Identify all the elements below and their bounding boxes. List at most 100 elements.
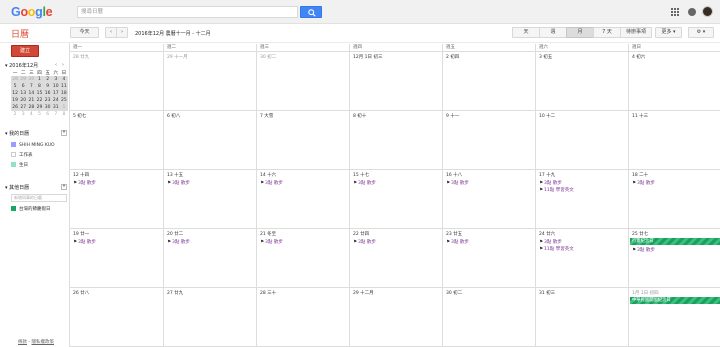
day-cell[interactable]: 15 十七 ⚑3點 散步 [349,170,442,229]
calendar-list-item[interactable]: 生日 [11,162,28,168]
avatar[interactable] [702,6,713,17]
day-cell[interactable]: 8 初十 [349,111,442,170]
day-cell[interactable]: 11 十三 [628,111,720,170]
day-cell[interactable]: 20 廿二 ⚑3點 散步 [163,229,256,288]
day-label[interactable]: 9 十一 [446,113,459,119]
day-label[interactable]: 4 初六 [632,54,645,60]
day-cell[interactable]: 29 十二月 [349,288,442,347]
calendar-list-item[interactable]: SHIH MING KUO [11,142,55,148]
search-input[interactable]: 搜尋日曆 [77,6,298,18]
day-cell[interactable]: 17 十九 ⚑3點 散步 ⚑11點 學習英文 [535,170,628,229]
day-label[interactable]: 6 初八 [167,113,180,119]
mini-day[interactable]: 16 [43,90,52,97]
day-cell[interactable]: 31 初三 [535,288,628,347]
other-calendars-header[interactable]: ▾ 其他日曆 [5,184,29,191]
mini-day[interactable]: 2 [11,111,19,118]
google-logo[interactable]: Google [11,5,53,19]
day-cell[interactable]: 5 初七 [70,111,163,170]
my-calendars-header[interactable]: ▾ 我的日曆 [5,130,29,137]
day-label[interactable]: 29 十二月 [353,290,374,296]
mini-day[interactable]: 18 [59,90,68,97]
view-agenda-button[interactable]: 待辦事項 [620,27,652,38]
day-label[interactable]: 28 廿九 [73,54,89,60]
day-label[interactable]: 24 廿六 [539,231,555,237]
day-label[interactable]: 8 初十 [353,113,366,119]
day-label[interactable]: 22 廿四 [353,231,369,237]
day-label[interactable]: 28 三十 [260,290,276,296]
day-cell[interactable]: 21 冬至 ⚑3點 散步 [256,229,349,288]
day-label[interactable]: 15 十七 [353,172,369,178]
day-label[interactable]: 10 十二 [539,113,555,119]
privacy-link[interactable]: 隱私權政策 [32,340,55,345]
day-label[interactable]: 12月 1日 初三 [353,54,382,60]
day-cell[interactable]: 12 十四 ⚑3點 散步 [70,170,163,229]
mini-day[interactable]: 9 [43,83,52,90]
day-cell[interactable]: 22 廿四 ⚑3點 散步 [349,229,442,288]
day-label[interactable]: 20 廿二 [167,231,183,237]
mini-day[interactable]: 21 [27,97,36,104]
other-calendars-menu-icon[interactable]: ▾ [61,184,67,190]
day-label[interactable]: 31 初三 [539,290,555,296]
more-button[interactable]: 更多 ▾ [655,27,682,38]
day-label[interactable]: 16 十八 [446,172,462,178]
day-label[interactable]: 19 廿一 [73,231,89,237]
all-day-event[interactable]: 行憲紀念日 [630,238,720,245]
create-event-button[interactable]: 建立 [11,45,39,57]
day-label[interactable]: 13 十五 [167,172,183,178]
mini-day[interactable]: 1 [59,104,68,111]
day-cell[interactable]: 28 廿九 [70,52,163,111]
day-label[interactable]: 17 十九 [539,172,555,178]
timed-event[interactable]: ⚑11點 學習英文 [539,246,574,252]
mini-next-button[interactable]: › [62,62,64,68]
mini-day[interactable]: 20 [19,97,28,104]
mini-day[interactable]: 7 [52,111,60,118]
mini-day[interactable]: 14 [27,90,36,97]
day-cell[interactable]: 9 十一 [442,111,535,170]
timed-event[interactable]: ⚑3點 散步 [446,180,469,186]
day-label[interactable]: 29 十一月 [167,54,188,60]
day-cell[interactable]: 4 初六 [628,52,720,111]
day-label[interactable]: 5 初七 [73,113,86,119]
day-cell[interactable]: 19 廿一 ⚑3點 散步 [70,229,163,288]
mini-day[interactable]: 12 [11,90,20,97]
day-label[interactable]: 30 初二 [260,54,276,60]
day-cell[interactable]: 28 三十 [256,288,349,347]
search-button[interactable] [300,6,322,18]
terms-link[interactable]: 條款 [18,340,27,345]
mini-day[interactable]: 10 [51,83,60,90]
mini-day[interactable]: 6 [44,111,52,118]
calendar-list-item[interactable]: 台灣的節慶假日 [11,206,51,212]
day-label[interactable]: 7 大雪 [260,113,273,119]
mini-day[interactable]: 22 [35,97,44,104]
timed-event[interactable]: ⚑3點 散步 [260,239,283,245]
mini-day[interactable]: 8 [35,83,44,90]
day-cell[interactable]: 7 大雪 [256,111,349,170]
mini-day[interactable]: 3 [19,111,27,118]
day-label[interactable]: 11 十三 [632,113,648,119]
timed-event[interactable]: ⚑3點 散步 [539,180,562,186]
timed-event[interactable]: ⚑3點 散步 [73,239,96,245]
mini-day[interactable]: 29 [35,104,44,111]
all-day-event[interactable]: 中華民國開國紀念日 [630,297,720,304]
day-cell[interactable]: 3 初五 [535,52,628,111]
day-label[interactable]: 21 冬至 [260,231,276,237]
timed-event[interactable]: ⚑3點 散步 [167,180,190,186]
day-cell[interactable]: 16 十八 ⚑3點 散步 [442,170,535,229]
mini-day[interactable]: 15 [35,90,44,97]
day-cell[interactable]: 2 初四 [442,52,535,111]
view-week-button[interactable]: 週 [539,27,567,38]
mini-day[interactable]: 29 [19,76,28,83]
day-label[interactable]: 2 初四 [446,54,459,60]
day-cell[interactable]: 23 廿五 ⚑3點 散步 [442,229,535,288]
settings-button[interactable]: ⚙ ▾ [688,27,714,38]
mini-day[interactable]: 31 [51,104,60,111]
mini-day[interactable]: 13 [19,90,28,97]
day-cell[interactable]: 6 初八 [163,111,256,170]
day-cell[interactable]: 12月 1日 初三 [349,52,442,111]
day-cell[interactable]: 30 初二 [256,52,349,111]
day-cell[interactable]: 30 初二 [442,288,535,347]
mini-calendar-title[interactable]: ▾ 2016年12月 [5,62,38,69]
timed-event[interactable]: ⚑3點 散步 [632,247,655,253]
mini-day[interactable]: 7 [27,83,36,90]
mini-day[interactable]: 30 [27,76,36,83]
